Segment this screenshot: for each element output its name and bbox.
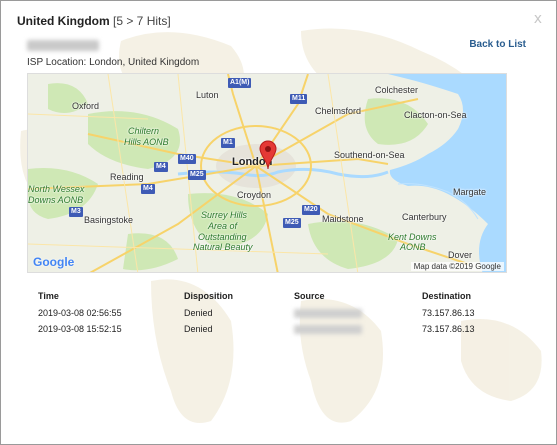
table-header: Time Disposition Source Destination [27,291,507,305]
road-badge-m11: M11 [290,94,308,104]
column-header-source[interactable]: Source [294,291,422,305]
map-base [28,74,506,272]
cell-disposition: Denied [184,308,213,318]
road-badge-m4a: M4 [154,162,168,172]
map-label-dover: Dover [448,250,473,260]
map-label-colchester: Colchester [375,85,419,95]
road-badge-m1: M1 [221,138,235,148]
map-label-maidstone: Maidstone [322,214,364,224]
road-badge-m25b: M25 [283,218,301,228]
map-label-southend: Southend-on-Sea [334,150,405,160]
table-row[interactable]: 2019-03-08 15:52:15 Denied 73.157.86.13 [27,321,507,337]
map-label-chiltern: Chiltern [128,126,160,136]
map-label-margate: Margate [453,187,487,197]
road-badge-m40: M40 [178,154,196,164]
isp-location: ISP Location: London, United Kingdom [27,57,200,68]
back-to-list-link[interactable]: Back to List [469,39,526,50]
location-pin-icon[interactable] [259,140,277,170]
ip-address-redacted [27,40,99,51]
map-label-chelmsford: Chelmsford [315,106,362,116]
close-icon[interactable]: x [534,11,542,27]
cell-destination: 73.157.86.13 [422,308,475,318]
map-label-clacton: Clacton-on-Sea [404,110,467,120]
road-badge-m25a: M25 [188,170,206,180]
map-label-aonb: AONB [400,242,426,252]
road-badge-a1m: A1(M) [228,78,252,88]
map-label-kent-downs: Kent Downs [388,232,437,242]
map-label-natural-beauty: Natural Beauty [193,242,253,252]
column-header-disposition[interactable]: Disposition [184,291,294,305]
cell-source-redacted [294,308,422,319]
location-map[interactable]: Luton Oxford Chelmsford Colchester Clact… [27,73,507,273]
cell-source-redacted [294,324,422,335]
map-label-hills-aonb: Hills AONB [124,137,169,147]
road-badge-m3: M3 [69,207,83,217]
google-logo: Google [33,255,75,269]
cell-time: 2019-03-08 02:56:55 [38,308,122,318]
dialog-title: United Kingdom [5 > 7 Hits] [17,14,171,28]
cell-destination: 73.157.86.13 [422,324,475,334]
road-badge-m20: M20 [302,205,320,215]
country-name: United Kingdom [17,14,110,28]
map-label-area-of: Area of [208,221,238,231]
map-label-surrey-hills: Surrey Hills [201,210,248,220]
map-label-luton: Luton [196,90,219,100]
hit-detail-dialog: United Kingdom [5 > 7 Hits] x Back to Li… [0,0,557,445]
hits-table: Time Disposition Source Destination 2019… [27,291,507,337]
map-attribution[interactable]: Map data ©2019 Google [410,262,504,271]
map-label-canterbury: Canterbury [402,212,447,222]
hit-count: [5 > 7 Hits] [113,14,171,28]
map-label-oxford: Oxford [72,101,100,111]
map-label-downs-aonb: Downs AONB [28,195,84,205]
column-header-time[interactable]: Time [27,291,184,305]
map-label-basingstoke: Basingstoke [84,215,134,225]
cell-time: 2019-03-08 15:52:15 [38,324,122,334]
cell-disposition: Denied [184,324,213,334]
map-label-reading: Reading [110,172,144,182]
map-label-outstanding: Outstanding [198,232,247,242]
map-label-north-wessex: North Wessex [28,184,85,194]
road-badge-m4b: M4 [141,184,155,194]
map-label-croydon: Croydon [237,190,272,200]
column-header-destination[interactable]: Destination [422,291,507,305]
table-row[interactable]: 2019-03-08 02:56:55 Denied 73.157.86.13 [27,305,507,321]
